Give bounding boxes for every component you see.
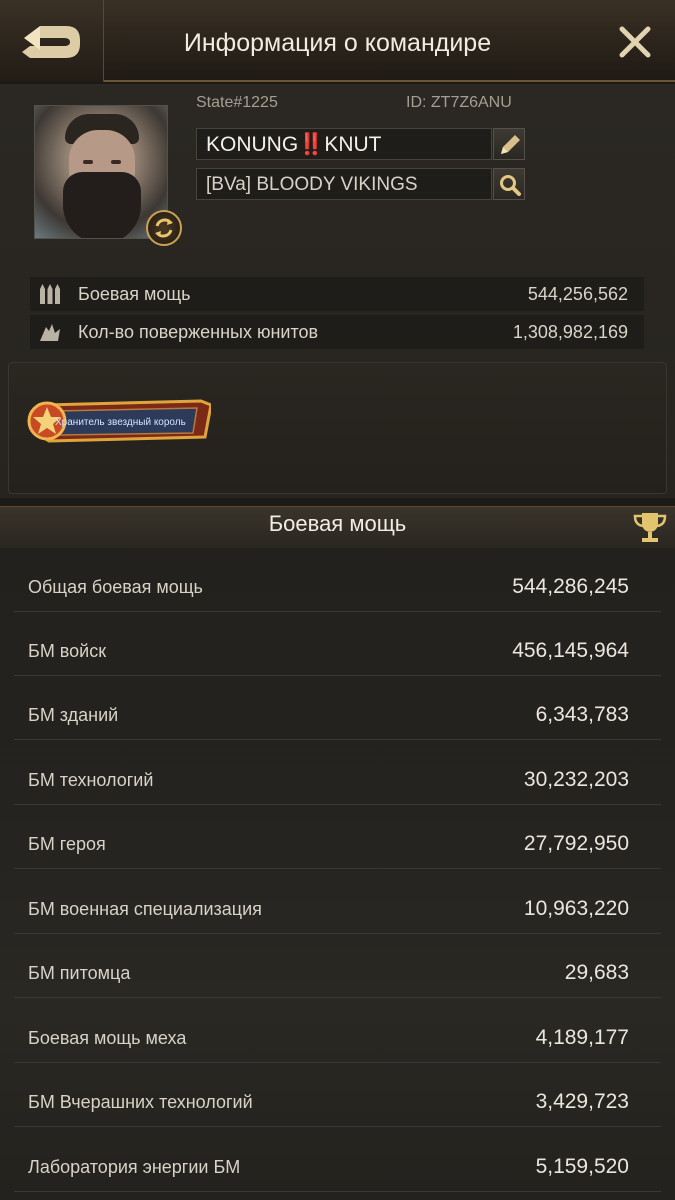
alliance-name: [BVa] BLOODY VIKINGS <box>196 168 492 200</box>
list-item: БМ зданий 6,343,783 <box>14 676 661 740</box>
stat-value: 1,308,982,169 <box>512 322 628 342</box>
stat-row-power: Боевая мощь 544,256,562 <box>30 277 644 311</box>
stat-value: 544,256,562 <box>527 284 628 304</box>
kills-icon <box>40 324 60 341</box>
stat-label: Боевая мощь <box>78 284 191 304</box>
edit-name-button[interactable] <box>493 128 525 160</box>
trophy-icon[interactable] <box>631 509 669 545</box>
title-badge[interactable]: Хранитель звездный король <box>25 397 213 445</box>
pencil-icon <box>501 135 520 154</box>
swap-avatar-icon[interactable] <box>146 210 182 246</box>
top-bar: Информация о командире <box>0 0 675 82</box>
list-item: БМ Вчерашних технологий 3,429,723 <box>14 1063 661 1127</box>
profile-panel: State#1225 ID: ZT7Z6ANU KONUNG‼️KNUT [BV… <box>0 84 675 498</box>
row-value: 5,159,520 <box>535 1155 629 1178</box>
stat-row-kills: Кол-во поверженных юнитов 1,308,982,169 <box>30 315 644 349</box>
badge-label: Хранитель звездный король <box>55 417 186 428</box>
list-item: Общая боевая мощь 544,286,245 <box>14 548 661 612</box>
stat-label: Кол-во поверженных юнитов <box>78 322 319 342</box>
badge-panel: Хранитель звездный король <box>8 362 667 494</box>
state-label: State#1225 <box>196 94 278 111</box>
close-button[interactable] <box>617 24 653 60</box>
power-breakdown-list: Общая боевая мощь 544,286,245 БМ войск 4… <box>0 548 675 1200</box>
power-section-header: Боевая мощь <box>0 506 675 548</box>
list-item: Боевая мощь меха 4,189,177 <box>14 999 661 1063</box>
back-arrow-icon <box>22 26 80 58</box>
list-item: Лаборатория энергии БМ 5,159,520 <box>14 1128 661 1192</box>
bullets-icon <box>40 284 60 304</box>
list-item: БМ героя 27,792,950 <box>14 805 661 869</box>
list-item: БМ питомца 29,683 <box>14 934 661 998</box>
back-button[interactable] <box>0 0 104 82</box>
list-item: БМ военная специализация 10,963,220 <box>14 870 661 934</box>
list-item: БМ технологий 30,232,203 <box>14 741 661 805</box>
search-icon <box>500 175 521 196</box>
page-title: Информация о командире <box>183 29 492 57</box>
row-label: Лаборатория энергии БМ <box>28 1157 241 1177</box>
section-title: Боевая мощь <box>268 511 407 536</box>
commander-name: KONUNG‼️KNUT <box>196 128 492 160</box>
close-icon <box>619 26 651 58</box>
alliance-search-button[interactable] <box>493 168 525 200</box>
list-item: БМ войск 456,145,964 <box>14 612 661 676</box>
player-id: ID: ZT7Z6ANU <box>406 94 512 111</box>
